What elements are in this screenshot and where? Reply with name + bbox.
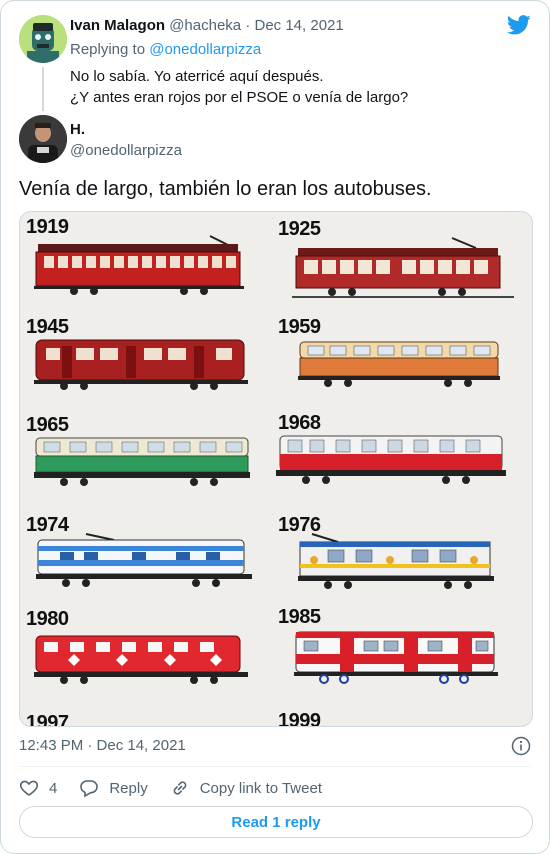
train-1968-illustration <box>276 435 506 484</box>
train-1985-illustration <box>294 631 498 684</box>
divider <box>19 766 531 767</box>
reply-date[interactable]: Dec 14, 2021 <box>255 17 344 34</box>
reply-author-handle[interactable]: @hacheka <box>169 17 241 34</box>
replying-to-line: Replying to @onedollarpizza <box>70 41 261 58</box>
train-1945-illustration <box>34 339 248 390</box>
tweet-image[interactable]: 1919 1925 1945 1959 1965 1968 1974 1976 … <box>19 211 533 727</box>
replying-to-link[interactable]: @onedollarpizza <box>149 41 261 58</box>
thread-connector-line <box>42 67 44 111</box>
twitter-bird-icon[interactable] <box>507 15 531 35</box>
copy-link-label: Copy link to Tweet <box>199 779 322 797</box>
info-icon[interactable] <box>511 736 531 756</box>
reply-label: Reply <box>109 779 148 797</box>
main-author-avatar[interactable] <box>19 115 67 163</box>
reply-text-line-1: No lo sabía. Yo aterricé aquí después. <box>70 68 324 85</box>
reply-author-line: Ivan Malagon @hacheka · Dec 14, 2021 <box>70 17 344 34</box>
read-replies-button[interactable]: Read 1 reply <box>19 806 533 838</box>
tweet-card: Ivan Malagon @hacheka · Dec 14, 2021 Rep… <box>0 0 550 854</box>
reply-tweet-text: No lo sabía. Yo aterricé aquí después. ¿… <box>70 66 530 108</box>
like-count: 4 <box>49 779 58 797</box>
main-author-handle[interactable]: @onedollarpizza <box>70 142 182 159</box>
year-label-1999: 1999 <box>278 710 321 727</box>
reply-text-line-2: ¿Y antes eran rojos por el PSOE o venía … <box>70 89 409 106</box>
reply-author-name[interactable]: Ivan Malagon <box>70 17 165 34</box>
tram-1925-illustration <box>292 237 514 298</box>
reply-bubble-icon <box>80 780 99 798</box>
dot-separator: · <box>245 17 251 34</box>
train-1980-illustration <box>34 635 248 684</box>
tram-1919-illustration <box>34 235 244 295</box>
like-button[interactable]: 4 <box>19 778 57 798</box>
year-label-1997: 1997 <box>26 712 69 727</box>
reply-author-avatar[interactable] <box>19 15 67 63</box>
copy-link-button[interactable]: Copy link to Tweet <box>170 778 322 798</box>
heart-icon <box>19 780 39 796</box>
action-bar: 4 Reply Copy link to Tweet <box>19 777 344 799</box>
replying-to-prefix: Replying to <box>70 41 146 58</box>
main-author-name[interactable]: H. <box>70 121 85 138</box>
train-1976-illustration <box>298 533 494 589</box>
tweet-timestamp[interactable]: 12:43 PM · Dec 14, 2021 <box>19 737 186 754</box>
main-tweet-text: Venía de largo, también lo eran los auto… <box>19 178 432 200</box>
reply-button[interactable]: Reply <box>79 778 148 798</box>
train-1959-illustration <box>298 341 500 387</box>
train-1974-illustration <box>36 533 252 587</box>
train-1965-illustration <box>34 437 250 486</box>
link-icon <box>173 781 187 795</box>
